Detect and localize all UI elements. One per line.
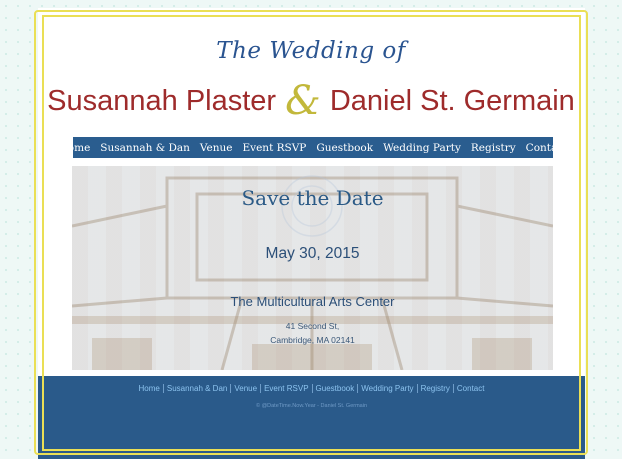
footer-nav: Home Susannah & Dan Venue Event RSVP Gue… <box>38 384 585 393</box>
nav-item-guestbook[interactable]: Guestbook <box>311 142 378 154</box>
footer-link-contact[interactable]: Contact <box>454 384 488 393</box>
groom-name: Daniel St. Germain <box>329 85 575 117</box>
venue-name: The Multicultural Arts Center <box>230 294 395 309</box>
footer-link-event-rsvp[interactable]: Event RSVP <box>261 384 311 393</box>
copyright-text: © @DateTime.Now.Year - Daniel St. Germai… <box>255 403 368 409</box>
nav-item-home[interactable]: Home <box>54 142 96 154</box>
footer-link-guestbook[interactable]: Guestbook <box>313 384 358 393</box>
footer-link-venue[interactable]: Venue <box>231 384 260 393</box>
site-footer: Home Susannah & Dan Venue Event RSVP Gue… <box>38 376 585 459</box>
event-date: May 30, 2015 <box>265 245 360 262</box>
nav-item-registry[interactable]: Registry <box>466 142 521 154</box>
bride-name: Susannah Plaster <box>47 85 277 117</box>
main-nav: Home Susannah & Dan Venue Event RSVP Gue… <box>59 137 567 158</box>
nav-item-contact[interactable]: Contact <box>521 142 573 154</box>
couple-names: Susannah Plaster & Daniel St. Germain <box>0 78 622 124</box>
nav-item-wedding-party[interactable]: Wedding Party <box>378 142 466 154</box>
address-line-1: 41 Second St, <box>285 321 340 331</box>
nav-item-venue[interactable]: Venue <box>195 142 238 154</box>
wedding-subtitle: The Wedding of <box>216 38 406 64</box>
address-line-2: Cambridge, MA 02141 <box>270 335 355 345</box>
footer-link-susannah-dan[interactable]: Susannah & Dan <box>164 384 231 393</box>
nav-item-event-rsvp[interactable]: Event RSVP <box>238 142 312 154</box>
footer-link-registry[interactable]: Registry <box>418 384 453 393</box>
save-the-date-heading: Save the Date <box>241 186 384 210</box>
save-the-date-hero: Save the Date May 30, 2015 The Multicult… <box>72 166 553 370</box>
nav-item-susannah-dan[interactable]: Susannah & Dan <box>95 142 195 154</box>
footer-link-home[interactable]: Home <box>136 384 163 393</box>
ampersand: & <box>285 78 321 124</box>
footer-link-wedding-party[interactable]: Wedding Party <box>358 384 416 393</box>
